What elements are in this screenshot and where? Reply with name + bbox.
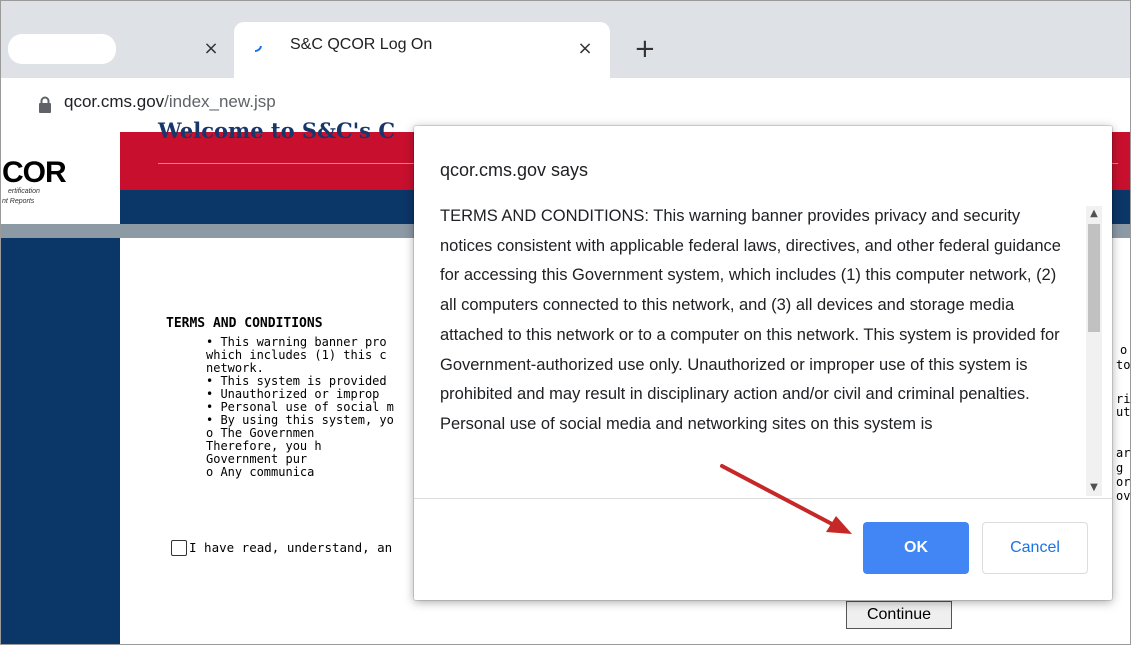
terms-fragment: g c — [1116, 461, 1131, 475]
terms-line: Government pur — [206, 452, 308, 466]
scrollbar-thumb[interactable] — [1088, 224, 1100, 332]
logo-subtitle-1: ertification — [8, 188, 40, 195]
terms-line: • By using this system, yo — [206, 413, 394, 427]
terms-line: • This system is provided — [206, 374, 387, 388]
terms-fragment: ov — [1116, 489, 1131, 503]
tab-title: S&C QCOR Log On — [290, 36, 433, 53]
terms-line: • This warning banner pro — [206, 335, 387, 349]
new-tab-button[interactable]: + — [634, 36, 656, 62]
tab-active[interactable]: S&C QCOR Log On × — [234, 22, 610, 78]
terms-fragment: ut — [1116, 405, 1131, 419]
browser-tab-strip: × S&C QCOR Log On × + — [0, 0, 1131, 78]
agree-checkbox[interactable] — [171, 540, 187, 556]
ok-button[interactable]: OK — [863, 522, 969, 574]
lock-icon — [39, 96, 51, 113]
welcome-heading: Welcome to S&C's C — [158, 118, 396, 143]
tab-inactive-title-redacted — [8, 34, 116, 64]
close-icon[interactable]: × — [574, 38, 596, 60]
terms-fragment: rir — [1116, 392, 1131, 406]
loading-icon — [254, 45, 262, 52]
url-path: /index_new.jsp — [164, 92, 276, 111]
agree-checkbox-label: I have read, understand, an — [189, 540, 393, 555]
terms-line: network. — [206, 361, 264, 375]
cancel-button[interactable]: Cancel — [982, 522, 1088, 574]
dialog-title: qcor.cms.gov says — [440, 160, 589, 180]
close-icon[interactable]: × — [200, 38, 222, 60]
dialog-message: TERMS AND CONDITIONS: This warning banne… — [440, 207, 1061, 433]
dialog-message-scroll[interactable]: TERMS AND CONDITIONS: This warning banne… — [440, 202, 1090, 496]
terms-fragment: to — [1116, 358, 1131, 372]
scroll-up-icon[interactable]: ▲ — [1086, 206, 1102, 222]
terms-line: o The Governmen — [206, 426, 315, 440]
terms-line: • Unauthorized or improp — [206, 387, 380, 401]
terms-fragment: ar — [1116, 446, 1131, 460]
url-text[interactable]: qcor.cms.gov/index_new.jsp — [64, 92, 276, 112]
logo-text: COR — [2, 156, 67, 189]
logo-subtitle-2: nt Reports — [2, 198, 35, 205]
dialog-divider — [414, 498, 1112, 499]
url-host: qcor.cms.gov — [64, 92, 165, 111]
terms-heading: TERMS AND CONDITIONS — [166, 316, 323, 331]
terms-fragment: or — [1116, 475, 1131, 489]
tab-inactive[interactable]: × — [0, 22, 238, 78]
terms-line: • Personal use of social m — [206, 400, 394, 414]
scroll-down-icon[interactable]: ▼ — [1086, 480, 1102, 496]
continue-button[interactable]: Continue — [846, 601, 952, 629]
alert-dialog: qcor.cms.gov says TERMS AND CONDITIONS: … — [414, 126, 1112, 600]
terms-line: Therefore, you h — [206, 439, 322, 453]
terms-line: which includes (1) this c — [206, 348, 387, 362]
terms-fragment: o — [1120, 343, 1128, 357]
logo: COR ertification nt Reports — [0, 132, 120, 222]
terms-line: o Any communica — [206, 465, 315, 479]
left-nav-panel — [0, 238, 120, 645]
